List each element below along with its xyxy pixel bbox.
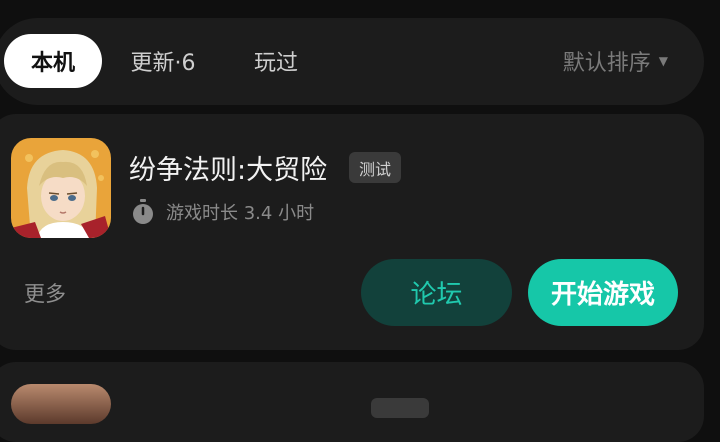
game-title[interactable]: 纷争法则:大贸险: [129, 148, 327, 187]
tab-updates[interactable]: 更新·6: [118, 34, 208, 88]
game-icon-2[interactable]: [11, 384, 111, 424]
playtime-row: 游戏时长 3.4 小时: [130, 198, 314, 226]
tab-played[interactable]: 玩过: [236, 34, 316, 88]
start-game-button[interactable]: 开始游戏: [528, 259, 678, 326]
more-button[interactable]: 更多: [24, 278, 66, 308]
stopwatch-icon: [133, 199, 153, 224]
badge-2: [371, 398, 429, 418]
playtime-text: 游戏时长 3.4 小时: [166, 203, 315, 224]
tab-local[interactable]: 本机: [4, 34, 102, 88]
test-badge: 测试: [349, 152, 402, 183]
caret-down-icon: ▼: [658, 54, 668, 68]
sort-label: 默认排序: [562, 51, 651, 76]
game-art-icon: [11, 138, 111, 238]
forum-button[interactable]: 论坛: [361, 259, 512, 326]
game-icon[interactable]: [11, 138, 111, 238]
sort-dropdown[interactable]: 默认排序 ▼: [563, 34, 668, 88]
